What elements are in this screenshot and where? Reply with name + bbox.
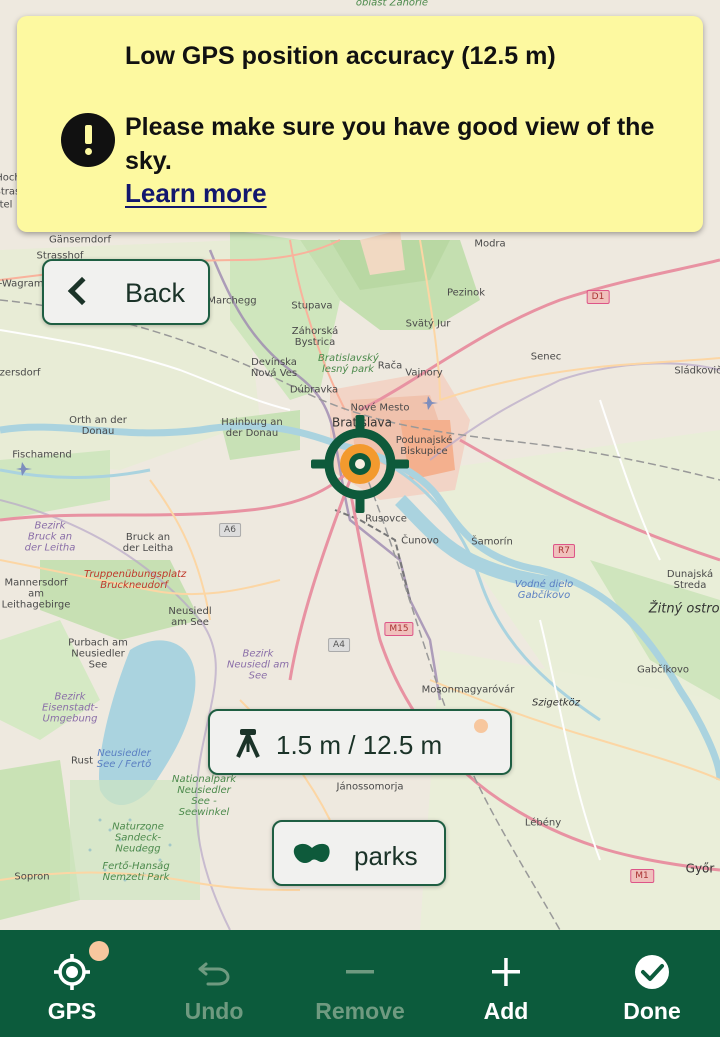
map-label-mosonmagyarovar: Mosonmagyaróvár: [421, 684, 515, 696]
map-label-hainburg: Hainburg an der Donau: [221, 417, 283, 439]
map-label-truppen: Truppenübungsplatz Bruckneudorf: [84, 569, 187, 591]
map-label-tel: tel: [0, 199, 13, 211]
map-label-stupava: Stupava: [291, 300, 333, 312]
map-label-svaty-jur: Svätý Jur: [405, 318, 451, 330]
undo-label: Undo: [184, 998, 244, 1024]
map-label-bezirk-bruck: Bezirk Bruck an der Leitha: [24, 520, 76, 554]
survey-tripod-icon: [234, 728, 262, 763]
map-label-bezirk-eisenstadt: Bezirk Eisenstadt-Umgebung: [42, 691, 98, 725]
map-label-vodne-dielo: Vodné dielo Gabčíkovo: [514, 579, 574, 601]
map-label-nationalpark: Nationalpark Neusiedler See - Seewinkel: [171, 774, 237, 818]
road-shield-a4: A4: [328, 638, 350, 652]
map-label-rusovce: Rusovce: [365, 513, 407, 525]
map-label-enzersdorf: zersdorf: [0, 367, 41, 379]
gps-warning-banner: Low GPS position accuracy (12.5 m) Pleas…: [17, 16, 703, 232]
warning-title: Low GPS position accuracy (12.5 m): [125, 42, 556, 70]
bottom-toolbar: GPS Undo Remove Add Done: [0, 930, 720, 1037]
map-label-lebeny: Lébény: [524, 817, 562, 829]
map-label-cunovo: Čunovo: [401, 535, 439, 547]
map-label-pezinok: Pezinok: [446, 287, 486, 299]
chevron-left-icon: [67, 276, 97, 306]
undo-icon: [194, 952, 234, 992]
map-label-sladkovicovo: Sládkovič: [674, 365, 720, 377]
gps-button[interactable]: GPS: [0, 930, 144, 1037]
map-label-neusiedl: Neusiedl am See: [168, 606, 212, 628]
map-label-ferto-hansag: Fertő-Hanság Nemzeti Park: [102, 861, 170, 883]
gps-label: GPS: [47, 998, 97, 1024]
learn-more-link[interactable]: Learn more: [125, 178, 267, 209]
add-label: Add: [483, 998, 529, 1024]
map-label-gabcikovo: Gabčíkovo: [636, 664, 690, 676]
map-label-marchegg: Marchegg: [207, 295, 257, 307]
accuracy-text: 1.5 m / 12.5 m: [276, 730, 443, 760]
map-label-mannersdorf: Mannersdorf am Leithagebirge: [1, 577, 71, 611]
map-label-dubravka: Dúbravka: [289, 384, 339, 396]
map-label-dunajska: Dunajská Streda: [666, 569, 714, 591]
map-label-wagram: n-Wagram: [0, 278, 44, 290]
map-label-sopron: Sopron: [14, 871, 50, 883]
accuracy-status-dot: [474, 719, 488, 733]
warning-icon: [61, 113, 115, 167]
map-label-szigetkoz: Szigetköz: [532, 697, 580, 709]
done-label: Done: [623, 998, 681, 1024]
road-shield-r7: R7: [553, 544, 575, 558]
done-button[interactable]: Done: [580, 930, 720, 1037]
map-label-senec: Senec: [530, 351, 562, 363]
map-label-gyor: Győr: [685, 861, 715, 876]
map-label-raca: Rača: [377, 360, 403, 372]
map-label-rust: Rust: [71, 755, 93, 767]
add-button[interactable]: Add: [434, 930, 578, 1037]
back-button[interactable]: Back: [42, 259, 210, 325]
back-button-label: Back: [125, 278, 186, 308]
road-shield-m15: M15: [384, 622, 414, 636]
map-label-zahorska: Záhorská Bystrica: [291, 326, 339, 348]
accuracy-indicator[interactable]: 1.5 m / 12.5 m: [208, 709, 512, 775]
location-crosshair-icon: [311, 415, 409, 513]
road-shield-a6: A6: [219, 523, 241, 537]
map-label-nove-mesto: Nové Mesto: [350, 402, 410, 414]
remove-label: Remove: [315, 998, 405, 1024]
gps-status-dot: [89, 941, 109, 961]
minus-icon: [340, 952, 380, 992]
warning-message: Please make sure you have good view of t…: [125, 113, 655, 175]
map-label-zitny: Žitný ostrov: [648, 601, 720, 617]
map-label-orth: Orth an der Donau: [69, 415, 127, 437]
remove-button[interactable]: Remove: [288, 930, 432, 1037]
map-label-samorin: Šamorín: [471, 536, 513, 548]
map-label-ganserndorf: Gänserndorf: [49, 234, 111, 246]
map-label-lake: Neusiedler See / Fertő: [96, 748, 152, 770]
plus-icon: [486, 952, 526, 992]
road-shield-d1: D1: [586, 290, 610, 304]
map-label-bezirk-neusiedl: Bezirk Neusiedl am See: [226, 648, 290, 682]
map-label-purbach: Purbach am Neusiedler See: [68, 637, 128, 671]
map-label-oblast: oblasť Záhorie: [355, 0, 429, 9]
map-label-bruck-leitha: Bruck an der Leitha: [122, 532, 174, 554]
undo-button[interactable]: Undo: [142, 930, 286, 1037]
road-shield-m1: M1: [630, 869, 654, 883]
map-label-janossomorja: Jánossomorja: [336, 781, 404, 793]
map-label-bratislavsky-park: Bratislavský lesný park: [318, 353, 379, 375]
area-type-button[interactable]: parks: [272, 820, 446, 886]
map-label-vajnory: Vajnory: [405, 367, 443, 379]
park-area-icon: [292, 840, 332, 873]
map-label-modra: Modra: [474, 238, 506, 250]
map-label-fischamend: Fischamend: [12, 449, 72, 461]
area-type-label: parks: [354, 841, 418, 871]
map-label-naturzone: Naturzone Sandeck-Neudegg: [112, 821, 164, 855]
map-label-devinska: Devínska Nová Ves: [250, 357, 298, 379]
check-circle-icon: [632, 952, 672, 992]
gps-icon: [52, 952, 92, 992]
